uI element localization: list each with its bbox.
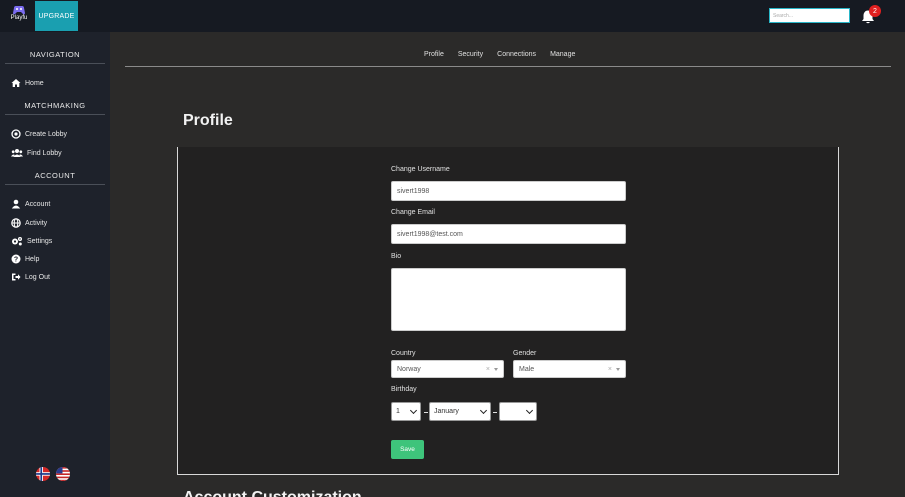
tab-profile[interactable]: Profile <box>424 51 444 58</box>
norway-flag-icon[interactable] <box>36 467 50 481</box>
chevron-down-icon <box>479 406 488 414</box>
date-separator <box>424 412 428 413</box>
app-logo[interactable]: Playfu <box>6 3 32 27</box>
account-header: ACCOUNT <box>34 171 76 180</box>
profile-tabs: Profile Security Connections Manage <box>424 51 575 58</box>
tab-connections[interactable]: Connections <box>497 51 536 58</box>
email-field[interactable]: sivert1998@test.com <box>391 224 626 244</box>
sidebar-item-settings[interactable]: Settings <box>11 234 52 248</box>
birthday-day-value: 1 <box>396 408 400 415</box>
save-button[interactable]: Save <box>391 440 424 459</box>
target-icon <box>11 129 21 139</box>
sidebar-item-find-lobby[interactable]: Find Lobby <box>11 146 62 160</box>
search-input[interactable] <box>769 8 850 23</box>
sidebar-item-label: Settings <box>27 237 53 245</box>
username-label: Change Username <box>391 166 450 173</box>
birthday-month-select[interactable]: January <box>429 402 491 421</box>
caret-down-icon <box>616 367 620 371</box>
sidebar-item-logout[interactable]: Log Out <box>11 270 50 284</box>
gears-icon <box>12 237 22 246</box>
sidebar-item-help[interactable]: ? Help <box>11 252 39 266</box>
country-select[interactable]: Norway × <box>391 360 504 378</box>
account-customization-heading: Account Customization <box>183 489 362 497</box>
divider <box>5 184 105 185</box>
caret-down-icon <box>494 367 498 371</box>
sidebar-item-label: Account <box>25 200 51 208</box>
svg-text:?: ? <box>14 257 18 264</box>
us-flag-icon[interactable] <box>56 467 70 481</box>
divider <box>5 63 105 64</box>
page-title: Profile <box>183 112 233 129</box>
tabs-divider <box>125 66 891 67</box>
profile-form-panel: Change Username sivert1998 Change Email … <box>177 147 839 475</box>
country-label: Country <box>391 350 416 357</box>
birthday-label: Birthday <box>391 386 417 393</box>
sidebar-item-label: Help <box>25 255 40 263</box>
question-circle-icon: ? <box>11 254 21 264</box>
language-switcher <box>36 467 70 481</box>
chevron-down-icon <box>409 406 418 414</box>
divider <box>5 114 105 115</box>
globe-icon <box>11 218 21 228</box>
gender-value: Male <box>519 365 535 373</box>
gender-select[interactable]: Male × <box>513 360 626 378</box>
sidebar-item-create-lobby[interactable]: Create Lobby <box>11 127 67 141</box>
sidebar-item-home[interactable]: Home <box>11 76 44 90</box>
email-label: Change Email <box>391 209 435 216</box>
sidebar-item-label: Log Out <box>25 273 50 281</box>
chevron-down-icon <box>525 406 534 414</box>
upgrade-button[interactable]: UPGRADE <box>35 1 78 31</box>
birthday-day-select[interactable]: 1 <box>391 402 421 421</box>
navigation-header: NAVIGATION <box>29 50 81 59</box>
tab-manage[interactable]: Manage <box>550 51 575 58</box>
sidebar-item-label: Activity <box>25 219 48 227</box>
notification-badge: 2 <box>869 5 881 17</box>
home-icon <box>11 79 21 87</box>
sidebar-item-account[interactable]: Account <box>11 197 50 211</box>
sidebar-item-label: Home <box>25 79 44 87</box>
top-bar: Playfu UPGRADE 2 <box>0 0 905 32</box>
gender-label: Gender <box>513 350 537 357</box>
bio-textarea[interactable] <box>391 268 626 331</box>
birthday-year-select[interactable] <box>499 402 537 421</box>
bio-label: Bio <box>391 253 402 260</box>
sidebar: NAVIGATION Home MATCHMAKING Create Lobby… <box>0 32 110 497</box>
user-icon <box>11 199 21 209</box>
logo-text: Playfu <box>10 15 28 21</box>
tab-security[interactable]: Security <box>458 51 483 58</box>
sidebar-item-label: Create Lobby <box>25 130 68 138</box>
username-field[interactable]: sivert1998 <box>391 181 626 201</box>
clear-icon[interactable]: × <box>608 366 612 373</box>
clear-icon[interactable]: × <box>486 366 490 373</box>
date-separator <box>493 412 497 413</box>
matchmaking-header: MATCHMAKING <box>24 101 86 110</box>
country-value: Norway <box>397 365 421 373</box>
users-icon <box>11 149 23 157</box>
sidebar-item-label: Find Lobby <box>27 149 62 157</box>
sidebar-item-activity[interactable]: Activity <box>11 216 47 230</box>
sign-out-icon <box>12 273 21 281</box>
birthday-month-value: January <box>434 408 459 415</box>
